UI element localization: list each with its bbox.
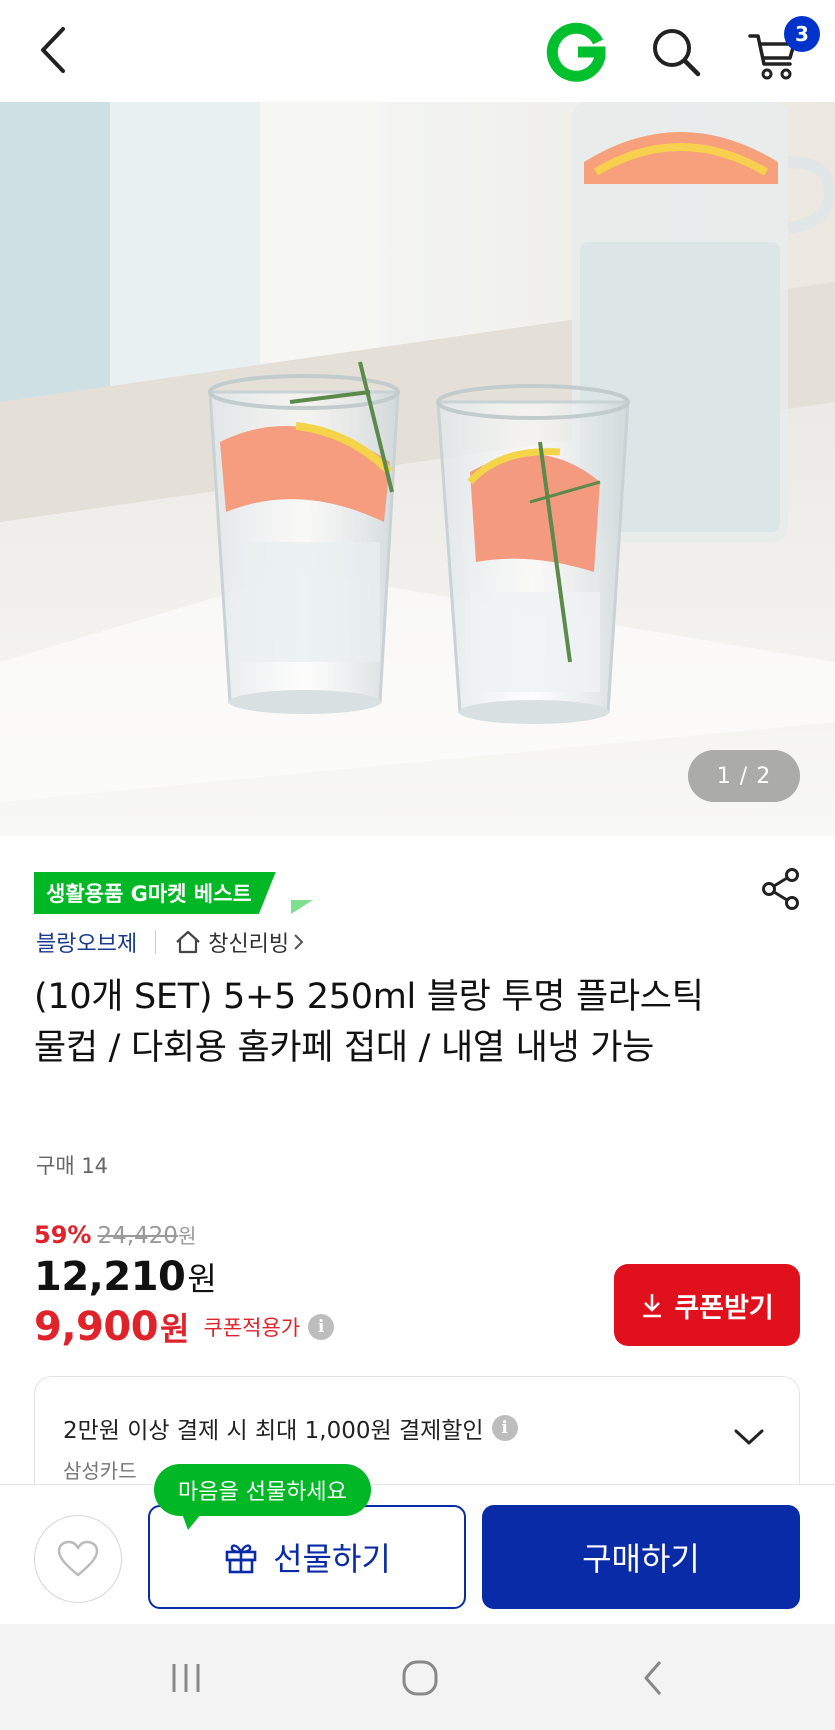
gift-button-label: 선물하기: [273, 1540, 391, 1578]
sale-price-row: 12,210 원: [34, 1254, 217, 1302]
discount-row: 59% 24,420 원: [34, 1220, 196, 1254]
home-icon: [176, 930, 200, 954]
heart-icon: [57, 1540, 99, 1577]
cart-button[interactable]: 3: [742, 14, 822, 90]
coupon-price-unit: 원: [160, 1310, 190, 1348]
top-header: 3: [0, 0, 835, 102]
bottom-action-bar: 선물하기 구매하기: [0, 1484, 835, 1624]
wishlist-button[interactable]: [34, 1515, 122, 1603]
best-badge-tail: [291, 900, 313, 914]
brand-row: 블랑오브제 창신리빙: [36, 922, 311, 962]
product-title: (10개 SET) 5+5 250ml 블랑 투명 플라스틱 물컵 / 다회용 …: [34, 977, 704, 1068]
original-price-unit: 원: [177, 1224, 197, 1248]
original-price: 24,420: [97, 1223, 178, 1249]
system-navigation-bar: [0, 1624, 835, 1730]
chevron-right-icon: [294, 934, 304, 950]
brand-link[interactable]: 블랑오브제: [36, 926, 137, 958]
back-button[interactable]: [22, 18, 82, 82]
recent-apps-icon: [172, 1664, 200, 1692]
gift-tooltip-tail: [180, 1508, 206, 1530]
sale-price-unit: 원: [187, 1260, 217, 1298]
home-circle-icon: [402, 1660, 438, 1696]
image-page-indicator: 1 / 2: [688, 750, 800, 802]
coupon-price-row: 9,900 원 쿠폰적용가 i: [34, 1302, 335, 1352]
cart-count-badge: 3: [784, 16, 820, 52]
gmarket-g-icon: [546, 22, 606, 82]
info-icon[interactable]: i: [308, 1314, 335, 1340]
search-button[interactable]: [640, 16, 712, 88]
download-icon: [643, 1294, 662, 1318]
home-button[interactable]: [384, 1648, 456, 1708]
share-button[interactable]: [758, 866, 804, 912]
shop-link[interactable]: 창신리빙: [174, 926, 311, 958]
chevron-left-icon: [41, 27, 65, 73]
sale-price: 12,210: [34, 1254, 186, 1300]
card-discount-text: 2만원 이상 결제 시 최대 1,000원 결제할인: [63, 1418, 484, 1444]
buy-button[interactable]: 구매하기: [482, 1505, 800, 1609]
best-seller-badge[interactable]: 생활용품 G마켓 베스트: [34, 872, 276, 914]
coupon-price-label: 쿠폰적용가: [203, 1316, 301, 1340]
discount-rate: 59%: [34, 1221, 92, 1249]
share-icon: [762, 868, 799, 910]
coupon-price: 9,900: [34, 1304, 159, 1350]
brand-divider: [155, 930, 157, 954]
search-icon: [653, 29, 701, 77]
product-image-carousel[interactable]: 1 / 2: [0, 102, 835, 836]
card-discount-row: 2만원 이상 결제 시 최대 1,000원 결제할인 i: [63, 1411, 518, 1445]
shop-name: 창신리빙: [208, 932, 290, 957]
system-back-button[interactable]: [618, 1648, 690, 1708]
gift-icon: [225, 1544, 257, 1574]
product-photo: [0, 102, 835, 836]
back-arrow-icon: [644, 1661, 662, 1695]
gmarket-home-logo[interactable]: [540, 16, 612, 88]
purchase-count: 구매 14: [36, 1154, 109, 1178]
coupon-button-label: 쿠폰받기: [674, 1292, 774, 1324]
coupon-download-button[interactable]: 쿠폰받기: [614, 1264, 800, 1346]
card-name: 삼성카드: [63, 1459, 137, 1483]
chevron-down-icon[interactable]: [733, 1427, 765, 1447]
recent-apps-button[interactable]: [150, 1648, 222, 1708]
info-icon[interactable]: i: [491, 1415, 518, 1441]
